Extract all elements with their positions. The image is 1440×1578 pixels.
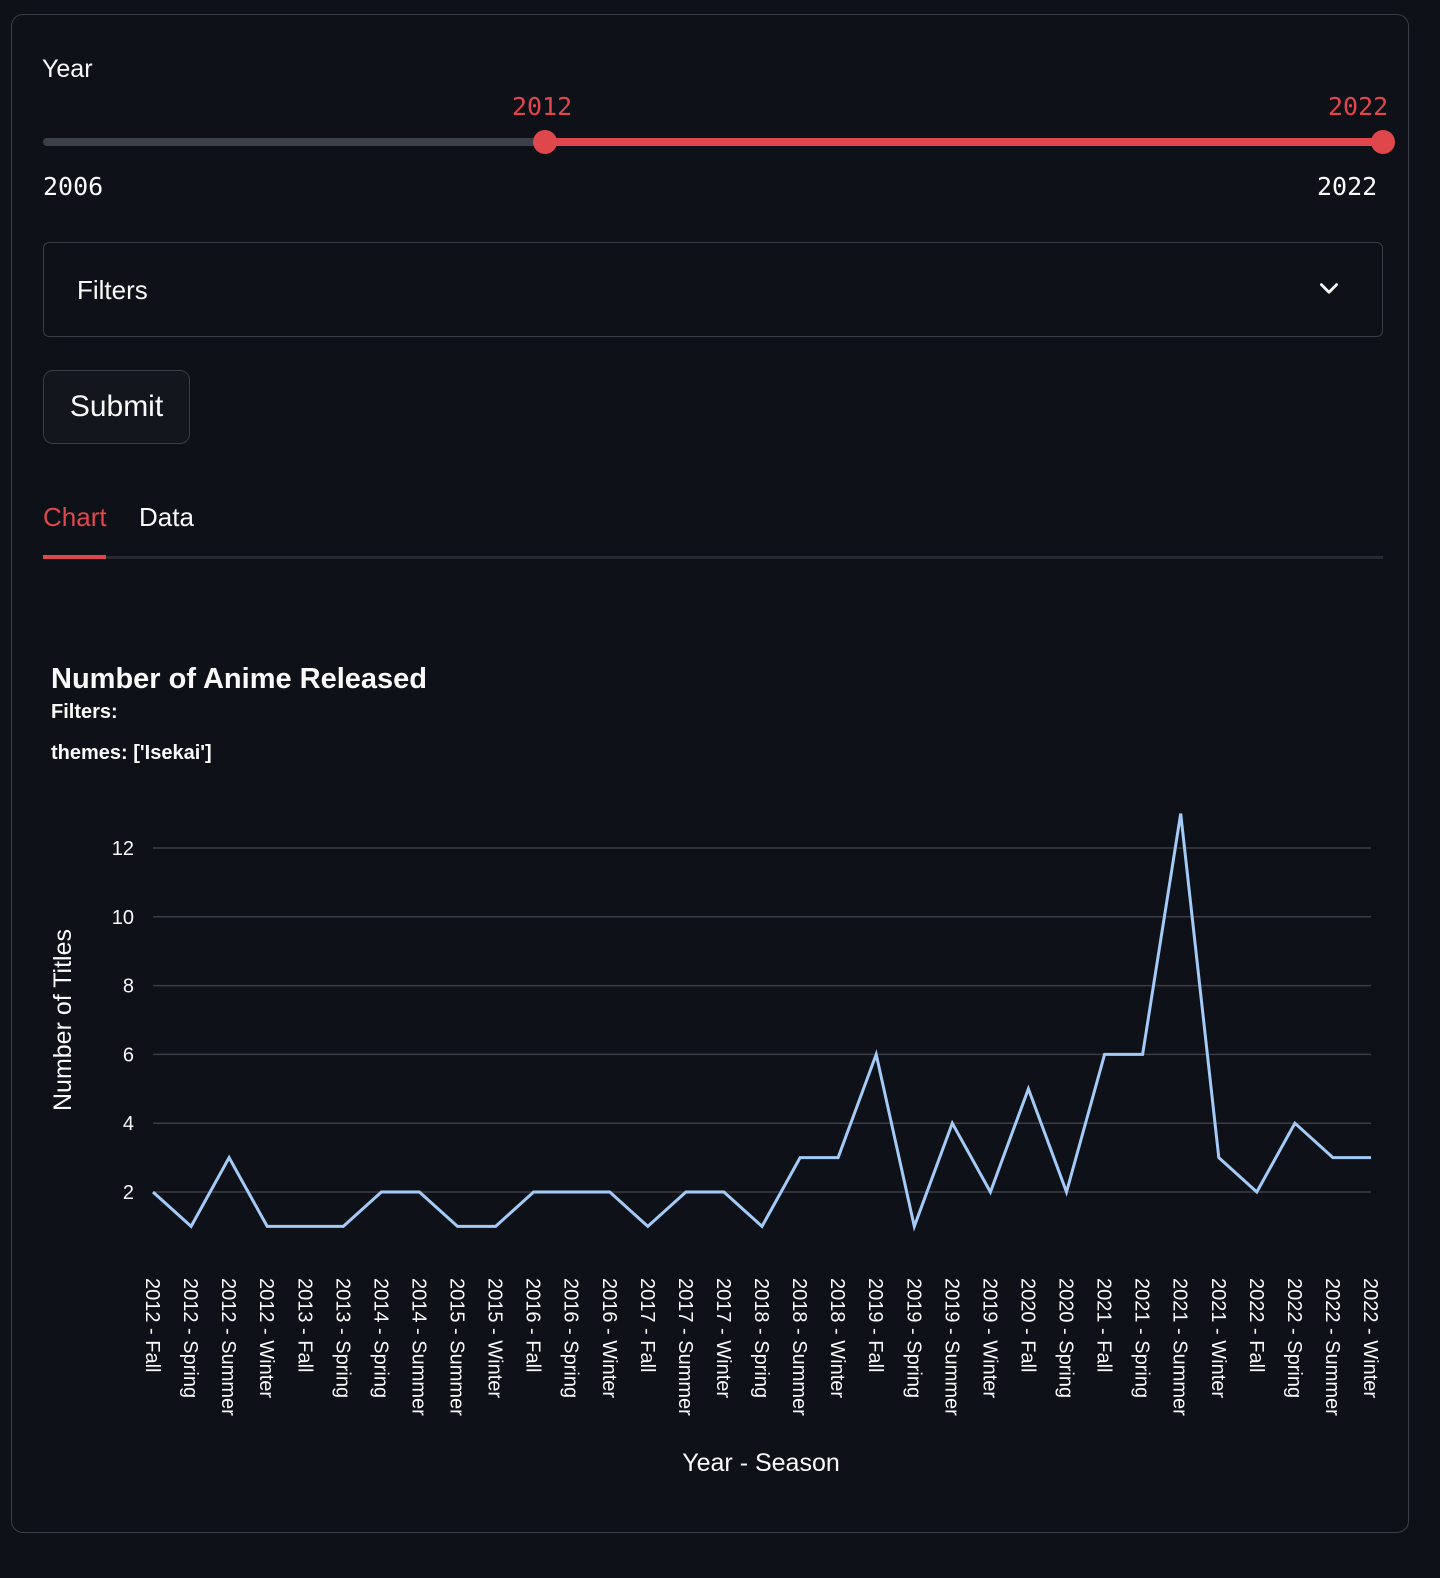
x-tick-label: 2012 - Summer — [217, 1278, 239, 1416]
x-tick-label: 2012 - Winter — [255, 1278, 277, 1398]
x-tick-label: 2019 - Summer — [940, 1278, 962, 1416]
y-tick-label: 4 — [123, 1113, 134, 1135]
x-tick-label: 2016 - Spring — [560, 1278, 582, 1398]
x-tick-label: 2017 - Fall — [636, 1278, 658, 1373]
x-tick-label: 2019 - Fall — [864, 1278, 886, 1373]
x-tick-label: 2022 - Spring — [1283, 1278, 1305, 1398]
x-tick-label: 2017 - Summer — [674, 1278, 696, 1416]
x-tick-label: 2021 - Fall — [1093, 1278, 1115, 1373]
series-line — [151, 813, 1371, 1232]
y-axis-ticks: 2 4 6 8 10 12 — [112, 838, 134, 1204]
x-tick-label: 2019 - Spring — [902, 1278, 924, 1398]
x-tick-label: 2014 - Spring — [369, 1278, 391, 1398]
y-axis-label: Number of Titles — [49, 929, 77, 1111]
x-tick-label: 2012 - Fall — [141, 1278, 163, 1373]
chart-grid — [153, 847, 1371, 1193]
x-tick-label: 2020 - Fall — [1016, 1278, 1038, 1373]
x-tick-label: 2017 - Winter — [712, 1278, 734, 1398]
x-tick-label: 2016 - Winter — [598, 1278, 620, 1398]
line-chart: 24681012 2012 - Fall 2012 - Spring 2012 - … — [49, 813, 1381, 1477]
y-tick-label: 10 — [112, 907, 134, 929]
x-axis-label: Year - Season — [682, 1449, 840, 1477]
x-tick-label: 2021 - Summer — [1169, 1278, 1191, 1416]
y-tick-label: 8 — [123, 976, 134, 998]
y-tick-label: 6 — [123, 1044, 134, 1066]
x-tick-label: 2021 - Spring — [1131, 1278, 1153, 1398]
x-tick-label: 2016 - Fall — [522, 1278, 544, 1373]
x-tick-label: 2018 - Spring — [750, 1278, 772, 1398]
x-tick-label: 2015 - Winter — [484, 1278, 506, 1398]
x-tick-label: 2018 - Winter — [826, 1278, 848, 1398]
y-tick-label: 2 — [123, 1182, 134, 1204]
x-tick-label: 2012 - Spring — [179, 1278, 201, 1398]
x-tick-label: 2014 - Summer — [407, 1278, 429, 1416]
x-tick-label: 2022 - Summer — [1321, 1278, 1343, 1416]
x-tick-label: 2018 - Summer — [788, 1278, 810, 1416]
x-tick-label: 2021 - Winter — [1207, 1278, 1229, 1398]
x-tick-label: 2022 - Fall — [1245, 1278, 1267, 1373]
x-tick-label: 2015 - Summer — [446, 1278, 468, 1416]
x-tick-label: 2019 - Winter — [978, 1278, 1000, 1398]
x-tick-label: 2022 - Winter — [1359, 1278, 1381, 1398]
y-tick-label: 12 — [112, 838, 134, 860]
x-axis-ticks: 2012 - Fall 2012 - Spring 2012 - Summer 201… — [141, 1278, 1381, 1416]
x-tick-label: 2013 - Fall — [293, 1278, 315, 1373]
x-tick-label: 2020 - Spring — [1055, 1278, 1077, 1398]
x-tick-label: 2013 - Spring — [331, 1278, 353, 1398]
